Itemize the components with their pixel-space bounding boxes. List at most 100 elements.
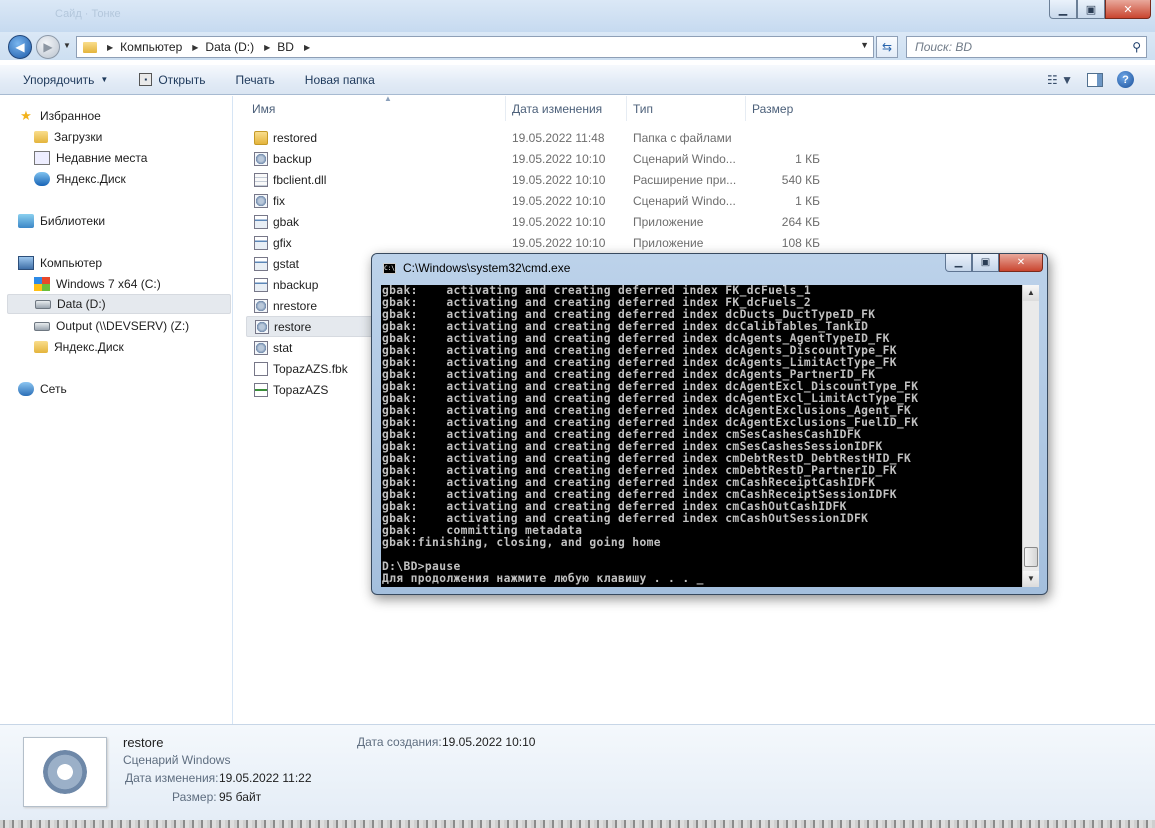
search-placeholder: Поиск: BD [915, 40, 973, 54]
file-name: nrestore [273, 298, 318, 313]
exe-icon [254, 235, 268, 250]
nav-yandex-disk[interactable]: Яндекс.Диск [34, 337, 124, 357]
cmd-titlebar[interactable]: C:\ C:\Windows\system32\cmd.exe ▁ ▣ ✕ [372, 254, 1047, 282]
column-header-type[interactable]: Тип [627, 96, 746, 121]
window-title: Сайд · Тонке [55, 8, 121, 20]
new-folder-label: Новая папка [304, 72, 375, 87]
open-button[interactable]: ▪ Открыть [139, 73, 220, 87]
script-icon [254, 193, 268, 208]
address-dropdown-icon[interactable]: ▼ [860, 40, 869, 50]
libraries-icon [18, 214, 34, 228]
scroll-up-icon[interactable]: ▲ [1023, 285, 1039, 301]
file-size: 264 КБ [781, 215, 820, 229]
nav-network-drive-z[interactable]: Output (\\DEVSERV) (Z:) [34, 316, 189, 336]
file-size: 1 КБ [795, 194, 820, 208]
nav-label: Windows 7 x64 (C:) [56, 277, 161, 291]
script-icon [254, 340, 268, 355]
organize-button[interactable]: Упорядочить ▼ [23, 73, 123, 87]
cmd-window[interactable]: C:\ C:\Windows\system32\cmd.exe ▁ ▣ ✕ gb… [371, 253, 1048, 595]
nav-yandex-disk-favorite[interactable]: Яндекс.Диск [34, 169, 126, 189]
nav-label: Яндекс.Диск [54, 340, 124, 354]
file-type: Папка с файлами [633, 131, 732, 145]
breadcrumb-computer[interactable]: Компьютер [120, 40, 182, 54]
nav-label: Сеть [40, 382, 67, 396]
console-icon: ▪ [139, 73, 153, 86]
script-icon [254, 151, 268, 166]
file-type: Сценарий Windo... [633, 194, 736, 208]
folder-icon [254, 130, 268, 145]
detail-file-type: Сценарий Windows [123, 753, 231, 767]
downloads-folder-icon [34, 131, 48, 143]
detail-file-name: restore [123, 735, 164, 750]
console-text: gbak: activating and creating deferred i… [382, 285, 919, 585]
file-date: 19.05.2022 10:10 [512, 194, 606, 208]
search-input[interactable]: Поиск: BD ⚲ [906, 36, 1147, 58]
network-drive-icon [34, 321, 50, 331]
nav-libraries[interactable]: Библиотеки [18, 211, 105, 231]
breadcrumb-bd[interactable]: BD [277, 40, 294, 54]
file-name: TopazAZS [273, 382, 329, 397]
yandex-disk-icon [34, 172, 50, 186]
taskbar-edge [0, 820, 1155, 828]
file-size: 108 КБ [781, 236, 820, 250]
nav-downloads[interactable]: Загрузки [34, 127, 102, 147]
print-button[interactable]: Печать [235, 73, 289, 87]
cmd-minimize-button[interactable]: ▁ [945, 254, 972, 272]
file-size: 540 КБ [781, 173, 820, 187]
nav-favorites[interactable]: ★ Избранное [18, 106, 101, 126]
organize-label: Упорядочить [23, 72, 95, 87]
chevron-right-icon[interactable]: ▶ [107, 43, 113, 52]
column-header-size[interactable]: Размер [746, 96, 826, 121]
star-icon: ★ [20, 108, 32, 123]
detail-modified-label: Дата изменения: [125, 771, 219, 785]
exe-icon [254, 214, 268, 229]
console-output[interactable]: gbak: activating and creating deferred i… [381, 285, 1022, 587]
search-icon[interactable]: ⚲ [1132, 40, 1141, 54]
file-type: Расширение при... [633, 173, 737, 187]
exe-icon [254, 277, 268, 292]
back-button[interactable]: ◀ [8, 35, 32, 59]
scroll-thumb[interactable] [1024, 547, 1038, 567]
address-bar[interactable]: ▶ Компьютер ▶ Data (D:) ▶ BD ▶ ▼ [76, 36, 874, 58]
refresh-icon: ⇆ [881, 40, 893, 54]
gear-icon [43, 750, 87, 794]
network-icon [18, 382, 34, 396]
nav-label: Яндекс.Диск [56, 172, 126, 186]
file-date: 19.05.2022 10:10 [512, 215, 606, 229]
cmd-close-button[interactable]: ✕ [999, 254, 1043, 272]
maximize-button[interactable]: ▣ [1077, 0, 1105, 19]
cmd-maximize-button[interactable]: ▣ [972, 254, 999, 272]
chevron-right-icon[interactable]: ▶ [192, 43, 198, 52]
cmd-scrollbar[interactable]: ▲ ▼ [1022, 285, 1039, 587]
history-dropdown-icon[interactable]: ▼ [63, 41, 71, 50]
nav-network[interactable]: Сеть [18, 379, 67, 399]
database-icon [254, 382, 268, 397]
chevron-right-icon[interactable]: ▶ [264, 43, 270, 52]
chevron-right-icon[interactable]: ▶ [304, 43, 310, 52]
close-button[interactable]: ✕ [1105, 0, 1151, 19]
nav-recent-places[interactable]: Недавние места [34, 148, 147, 168]
view-options-icon[interactable]: ☷ ▼ [1047, 73, 1073, 87]
forward-button[interactable]: ▶ [36, 35, 60, 59]
minimize-button[interactable]: ▁ [1049, 0, 1077, 19]
file-date: 19.05.2022 11:48 [512, 131, 605, 145]
nav-computer[interactable]: Компьютер [18, 253, 102, 273]
breadcrumb-data-drive[interactable]: Data (D:) [205, 40, 254, 54]
nav-label: Загрузки [54, 130, 103, 144]
nav-drive-c[interactable]: Windows 7 x64 (C:) [34, 274, 161, 294]
file-name: fix [273, 193, 285, 208]
column-header-name[interactable]: Имя ▲ [246, 94, 506, 121]
nav-label: Data (D:) [57, 297, 106, 311]
detail-created-value: 19.05.2022 10:10 [442, 735, 536, 749]
help-icon[interactable]: ? [1117, 71, 1134, 88]
refresh-button[interactable]: ⇆ [876, 36, 898, 58]
document-icon [254, 361, 268, 376]
column-header-date[interactable]: Дата изменения [506, 96, 627, 121]
file-name: stat [273, 340, 293, 355]
nav-drive-d[interactable]: Data (D:) [7, 294, 231, 314]
scroll-down-icon[interactable]: ▼ [1023, 571, 1039, 587]
file-name: TopazAZS.fbk [273, 361, 348, 376]
new-folder-button[interactable]: Новая папка [305, 73, 390, 87]
file-name: nbackup [273, 277, 319, 292]
preview-pane-icon[interactable] [1087, 72, 1103, 87]
